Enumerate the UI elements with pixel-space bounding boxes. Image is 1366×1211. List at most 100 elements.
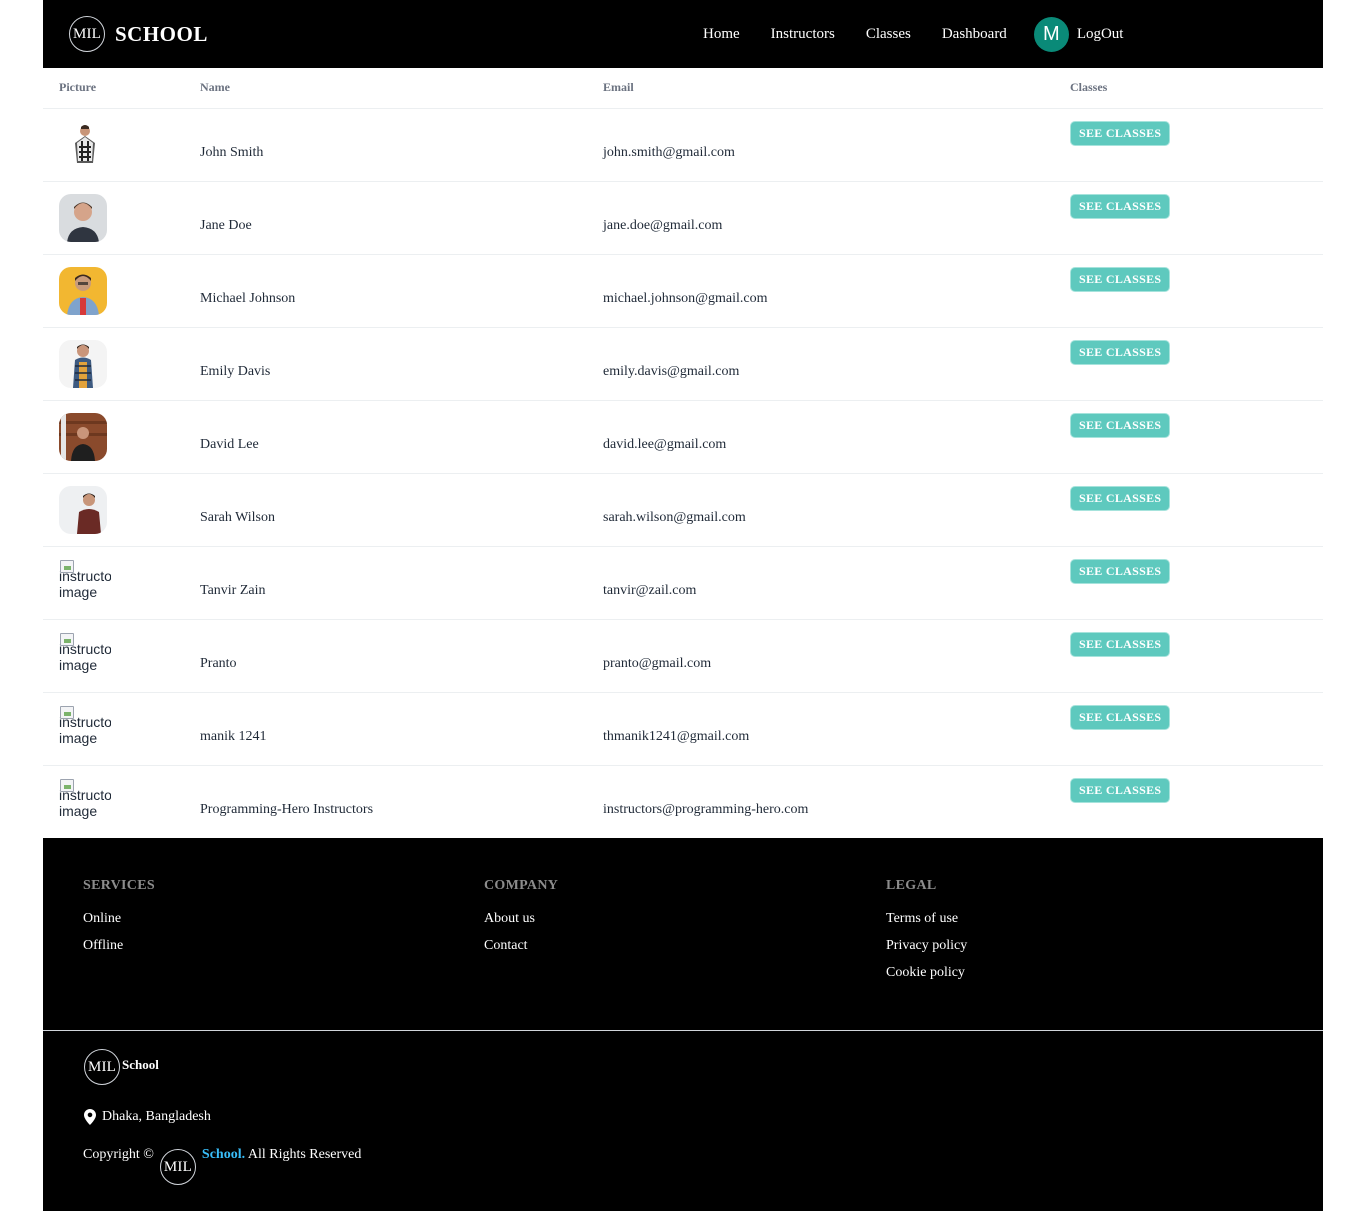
name-cell: Pranto [200, 619, 603, 692]
email-cell: emily.davis@gmail.com [603, 327, 1070, 400]
copyright-brand[interactable]: School. [202, 1147, 245, 1163]
footer-link-about[interactable]: About us [484, 911, 558, 927]
table-row: instructor image Programming-Hero Instruc… [43, 765, 1323, 838]
email-cell: thmanik1241@gmail.com [603, 692, 1070, 765]
email-cell: sarah.wilson@gmail.com [603, 473, 1070, 546]
name-cell: Tanvir Zain [200, 546, 603, 619]
classes-cell: SEE CLASSES [1070, 181, 1323, 254]
table-row: instructor image Tanvir Zain tanvir@zail.c… [43, 546, 1323, 619]
instructor-email: emily.davis@gmail.com [603, 364, 740, 379]
see-classes-button[interactable]: SEE CLASSES [1070, 266, 1171, 292]
footer-link-contact[interactable]: Contact [484, 938, 558, 954]
instructor-photo [59, 339, 107, 388]
footer-services: SERVICES Online Offline [83, 878, 155, 965]
picture-cell [43, 254, 200, 327]
email-cell: michael.johnson@gmail.com [603, 254, 1070, 327]
header-email: Email [603, 68, 1070, 109]
copyright-prefix: Copyright © [83, 1147, 154, 1162]
see-classes-button[interactable]: SEE CLASSES [1070, 777, 1171, 803]
footer-link-offline[interactable]: Offline [83, 938, 155, 954]
email-cell: john.smith@gmail.com [603, 108, 1070, 181]
classes-cell: SEE CLASSES [1070, 619, 1323, 692]
address-text: Dhaka, Bangladesh [102, 1109, 211, 1124]
navbar: MIL SCHOOL Home Instructors Classes Dash… [43, 0, 1323, 68]
table-row: David Lee david.lee@gmail.com SEE CLASSES [43, 400, 1323, 473]
name-cell: Programming-Hero Instructors [200, 765, 603, 838]
instructor-email: jane.doe@gmail.com [603, 218, 723, 233]
instructor-name: Pranto [200, 656, 237, 671]
broken-image-icon: instructor image [59, 632, 111, 679]
classes-cell: SEE CLASSES [1070, 108, 1323, 181]
footer-legal: LEGAL Terms of use Privacy policy Cookie… [886, 878, 967, 992]
footer-address: Dhaka, Bangladesh [84, 1109, 211, 1125]
instructor-email: david.lee@gmail.com [603, 437, 727, 452]
instructor-photo [59, 120, 107, 169]
classes-cell: SEE CLASSES [1070, 692, 1323, 765]
copyright-logo-icon: MIL [159, 1149, 196, 1185]
name-cell: John Smith [200, 108, 603, 181]
nav-link-classes[interactable]: Classes [866, 26, 911, 43]
instructor-name: Jane Doe [200, 218, 252, 233]
footer-link-terms[interactable]: Terms of use [886, 911, 967, 927]
email-cell: jane.doe@gmail.com [603, 181, 1070, 254]
instructor-name: Programming-Hero Instructors [200, 802, 374, 818]
nav-link-home[interactable]: Home [703, 26, 740, 43]
footer-link-online[interactable]: Online [83, 911, 155, 927]
nav-link-instructors[interactable]: Instructors [771, 26, 835, 43]
table-row: John Smith john.smith@gmail.com SEE CLASSE… [43, 108, 1323, 181]
see-classes-button[interactable]: SEE CLASSES [1070, 558, 1171, 584]
table-row: instructor image Pranto pranto@gmail.com SE… [43, 619, 1323, 692]
picture-cell: instructor image [43, 546, 200, 619]
broken-image-icon: instructor image [59, 705, 111, 752]
nav-link-dashboard[interactable]: Dashboard [942, 26, 1007, 43]
picture-cell: instructor image [43, 619, 200, 692]
footer-logo-icon: MIL [84, 1049, 120, 1085]
classes-cell: SEE CLASSES [1070, 254, 1323, 327]
picture-cell [43, 473, 200, 546]
instructor-photo [59, 193, 107, 242]
footer-company-title: COMPANY [484, 878, 559, 893]
instructor-name: Tanvir Zain [200, 583, 266, 598]
logout-button[interactable]: LogOut [1077, 26, 1124, 43]
footer-link-cookie[interactable]: Cookie policy [886, 965, 967, 981]
see-classes-button[interactable]: SEE CLASSES [1070, 193, 1171, 219]
instructor-name: John Smith [200, 145, 264, 160]
footer-services-title: SERVICES [83, 878, 155, 893]
email-cell: tanvir@zail.com [603, 546, 1070, 619]
table-header-row: Picture Name Email Classes [43, 68, 1323, 109]
instructor-name: Michael Johnson [200, 291, 296, 306]
see-classes-button[interactable]: SEE CLASSES [1070, 120, 1171, 146]
see-classes-button[interactable]: SEE CLASSES [1070, 339, 1171, 365]
picture-cell [43, 400, 200, 473]
instructor-photo [59, 412, 107, 461]
table-row: Michael Johnson michael.johnson@gmail.com… [43, 254, 1323, 327]
classes-cell: SEE CLASSES [1070, 327, 1323, 400]
table-row: instructor image manik 1241 thmanik1241@gm… [43, 692, 1323, 765]
instructor-name: manik 1241 [200, 729, 267, 744]
picture-cell [43, 327, 200, 400]
brand[interactable]: MIL SCHOOL [69, 16, 208, 52]
footer: SERVICES Online Offline COMPANY About us… [43, 838, 1323, 1211]
name-cell: Emily Davis [200, 327, 603, 400]
logo-icon: MIL [69, 16, 105, 52]
name-cell: manik 1241 [200, 692, 603, 765]
classes-cell: SEE CLASSES [1070, 546, 1323, 619]
instructor-email: pranto@gmail.com [603, 656, 712, 671]
classes-cell: SEE CLASSES [1070, 473, 1323, 546]
broken-image-icon: instructor image [59, 778, 111, 825]
picture-cell: instructor image [43, 765, 200, 838]
user-avatar[interactable]: M [1033, 16, 1069, 52]
see-classes-button[interactable]: SEE CLASSES [1070, 631, 1171, 657]
instructor-email: tanvir@zail.com [603, 583, 697, 598]
name-cell: Jane Doe [200, 181, 603, 254]
picture-cell: instructor image [43, 692, 200, 765]
footer-link-privacy[interactable]: Privacy policy [886, 938, 967, 954]
footer-bottom: MIL School Dhaka, Bangladesh Copyright ©… [43, 1031, 1323, 1211]
name-cell: Michael Johnson [200, 254, 603, 327]
see-classes-button[interactable]: SEE CLASSES [1070, 485, 1171, 511]
see-classes-button[interactable]: SEE CLASSES [1070, 412, 1171, 438]
email-cell: instructors@programming-hero.com [603, 765, 1070, 838]
page: MIL SCHOOL Home Instructors Classes Dash… [43, 0, 1323, 1211]
see-classes-button[interactable]: SEE CLASSES [1070, 704, 1171, 730]
instructor-photo [59, 485, 107, 534]
